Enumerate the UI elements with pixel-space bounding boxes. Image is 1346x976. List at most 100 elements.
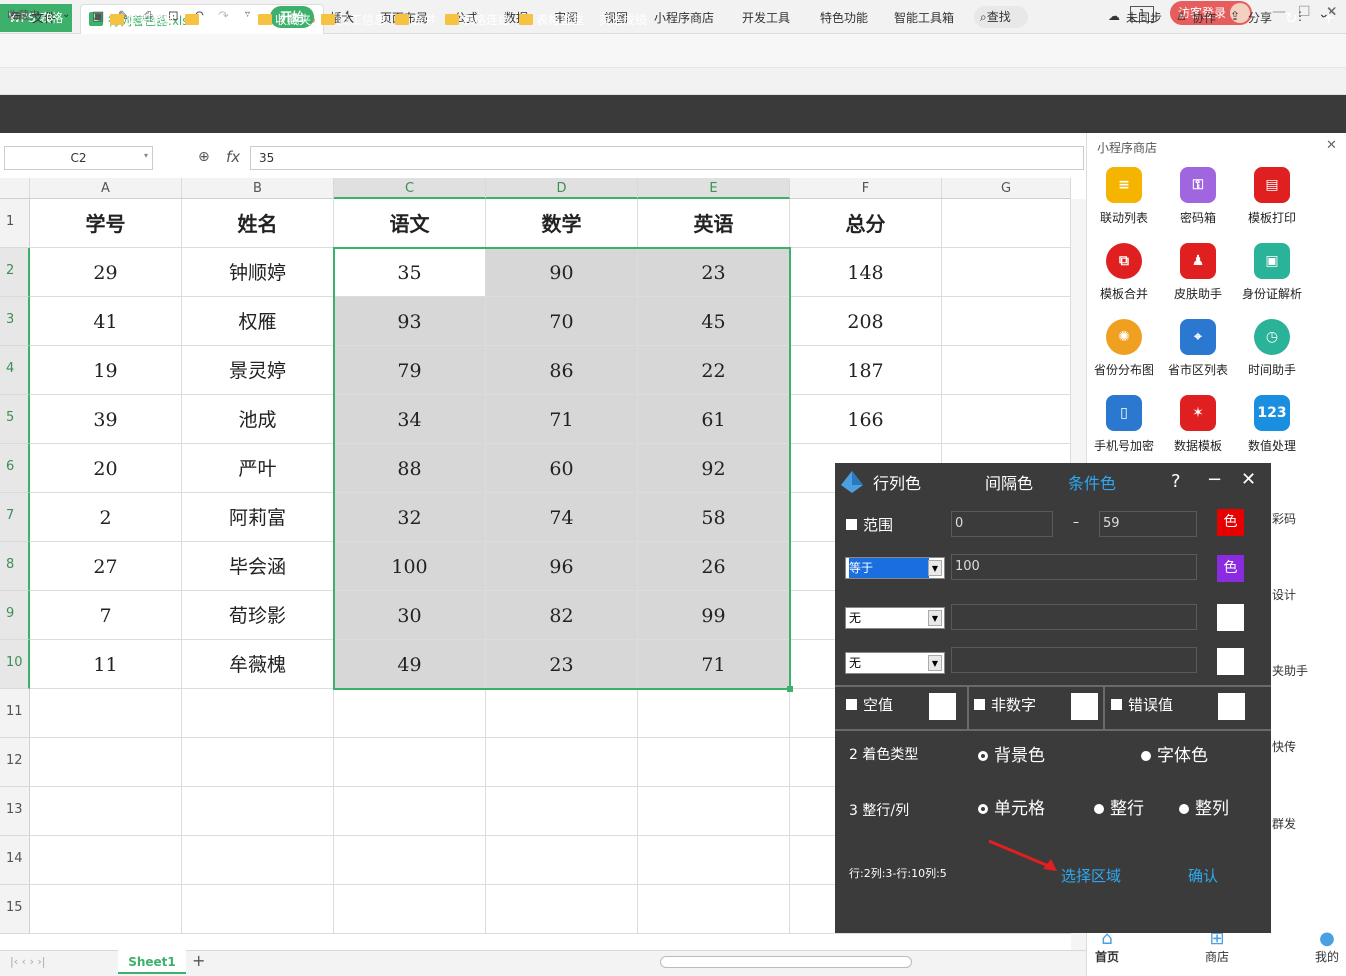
bookmark-staff-info[interactable]: 员工信息 (321, 11, 386, 28)
table-cell[interactable] (638, 787, 790, 836)
table-cell[interactable]: 2 (30, 493, 182, 542)
column-header[interactable]: E (638, 178, 790, 199)
table-cell[interactable]: 23 (486, 640, 638, 689)
header-cell[interactable]: 语文 (334, 199, 486, 248)
row-header[interactable]: 3 (0, 297, 30, 346)
table-cell[interactable]: 70 (486, 297, 638, 346)
row-header[interactable]: 5 (0, 395, 30, 444)
table-cell[interactable]: 32 (334, 493, 486, 542)
table-cell[interactable]: 20 (30, 444, 182, 493)
table-cell[interactable] (334, 787, 486, 836)
table-cell[interactable] (30, 836, 182, 885)
table-cell[interactable]: 景灵婷 (182, 346, 334, 395)
table-cell[interactable]: 26 (638, 542, 790, 591)
tab-interval-color[interactable]: 间隔色 (985, 470, 1033, 494)
bookmark-favorites[interactable]: 收藏夹 (258, 11, 311, 28)
table-cell[interactable] (638, 885, 790, 934)
search-button[interactable]: ⌕查找 (974, 6, 1028, 28)
row-header[interactable]: 4 (0, 346, 30, 395)
bookmark-english-scores[interactable]: 英语成绩 (599, 11, 647, 28)
menu-features[interactable]: 特色功能 (820, 9, 868, 26)
column-header[interactable]: G (942, 178, 1071, 199)
table-cell[interactable]: 79 (334, 346, 486, 395)
row-header[interactable]: 8 (0, 542, 30, 591)
help-button[interactable]: ? (1171, 471, 1181, 492)
fx-icon[interactable]: fx (226, 148, 240, 166)
table-cell[interactable] (334, 738, 486, 787)
table-cell[interactable]: 34 (334, 395, 486, 444)
table-cell[interactable]: 100 (334, 542, 486, 591)
bookmark-s[interactable]: S (82, 13, 88, 24)
range-to-input[interactable]: 59 (1099, 511, 1197, 537)
color-picker-empty[interactable] (1218, 693, 1245, 720)
bookmark-next-icon[interactable]: › (1253, 10, 1259, 26)
sync-icon[interactable]: ☁ (1108, 9, 1120, 23)
table-cell[interactable]: 41 (30, 297, 182, 346)
name-box-dropdown-icon[interactable]: ▾ (144, 151, 148, 160)
table-cell[interactable] (942, 395, 1071, 444)
collab-label[interactable]: 协作 (1192, 9, 1216, 26)
column-header[interactable]: A (30, 178, 182, 199)
table-cell[interactable] (30, 787, 182, 836)
add-sheet-button[interactable]: + (192, 951, 205, 970)
row-header[interactable]: 2 (0, 248, 30, 297)
nav-home[interactable]: ⌂ 首页 (1082, 930, 1132, 965)
table-cell[interactable]: 35 (334, 248, 486, 297)
table-cell[interactable]: 23 (638, 248, 790, 297)
range-checkbox[interactable]: 范围 (846, 514, 893, 535)
chevron-down-icon[interactable]: ⌄ (62, 9, 70, 20)
table-cell[interactable]: 27 (30, 542, 182, 591)
header-cell[interactable]: 姓名 (182, 199, 334, 248)
formula-input[interactable]: 35 (250, 146, 1084, 170)
app-link-list[interactable]: ≡ 联动列表 (1089, 167, 1159, 226)
table-cell[interactable]: 荀珍影 (182, 591, 334, 640)
table-cell[interactable]: 86 (486, 346, 638, 395)
app-region-list[interactable]: ⌖ 省市区列表 (1163, 319, 1233, 378)
background-color-radio[interactable]: 背景色 (978, 741, 1045, 766)
app-template-print[interactable]: ▤ 模板打印 (1237, 167, 1307, 226)
table-cell[interactable]: 187 (790, 346, 942, 395)
bookmark-table-link[interactable]: 表格连结 (445, 11, 510, 28)
sheet-nav-icon[interactable]: |‹ ‹ › ›| (10, 955, 46, 968)
horizontal-scrollbar[interactable] (660, 956, 912, 968)
nav-mine[interactable]: ● 我的 (1302, 930, 1346, 965)
table-cell[interactable]: 96 (486, 542, 638, 591)
color-picker-empty[interactable] (929, 693, 956, 720)
whole-col-radio[interactable]: 整列 (1179, 794, 1229, 819)
row-header[interactable]: 15 (0, 885, 30, 934)
panel-close-icon[interactable]: ✕ (1326, 138, 1337, 153)
table-cell[interactable] (942, 248, 1071, 297)
app-password-box[interactable]: ⚿ 密码箱 (1163, 167, 1233, 226)
table-cell[interactable] (486, 885, 638, 934)
row-header[interactable]: 14 (0, 836, 30, 885)
font-color-radio[interactable]: 字体色 (1141, 741, 1208, 766)
table-cell[interactable] (30, 689, 182, 738)
tab-row-col-color[interactable]: 行列色 (873, 470, 921, 494)
header-cell[interactable]: 总分 (790, 199, 942, 248)
name-box[interactable]: C2 (4, 146, 153, 170)
table-cell[interactable] (486, 689, 638, 738)
table-cell[interactable] (30, 738, 182, 787)
app-partial-label[interactable]: 设计 (1272, 586, 1296, 603)
app-province-map[interactable]: ✺ 省份分布图 (1089, 319, 1159, 378)
table-cell[interactable]: 148 (790, 248, 942, 297)
app-data-template[interactable]: ✶ 数据模板 (1163, 395, 1233, 454)
condition-2-select[interactable]: 无 ▼ (845, 607, 945, 629)
table-cell[interactable] (182, 689, 334, 738)
table-cell[interactable] (30, 885, 182, 934)
table-cell[interactable]: 11 (30, 640, 182, 689)
bookmark-b[interactable]: B (46, 13, 53, 24)
table-cell[interactable]: 钟顺婷 (182, 248, 334, 297)
table-cell[interactable]: 毕会涵 (182, 542, 334, 591)
color-picker-empty[interactable] (1217, 648, 1244, 675)
app-template-merge[interactable]: ⧉ 模板合并 (1089, 243, 1159, 302)
table-cell[interactable]: 60 (486, 444, 638, 493)
table-cell[interactable] (334, 836, 486, 885)
table-cell[interactable]: 19 (30, 346, 182, 395)
table-cell[interactable]: 71 (638, 640, 790, 689)
row-header[interactable]: 12 (0, 738, 30, 787)
color-picker-empty[interactable] (1071, 693, 1098, 720)
app-partial-label[interactable]: 快传 (1272, 738, 1296, 755)
row-header[interactable]: 7 (0, 493, 30, 542)
condition-1-input[interactable]: 100 (951, 554, 1197, 580)
